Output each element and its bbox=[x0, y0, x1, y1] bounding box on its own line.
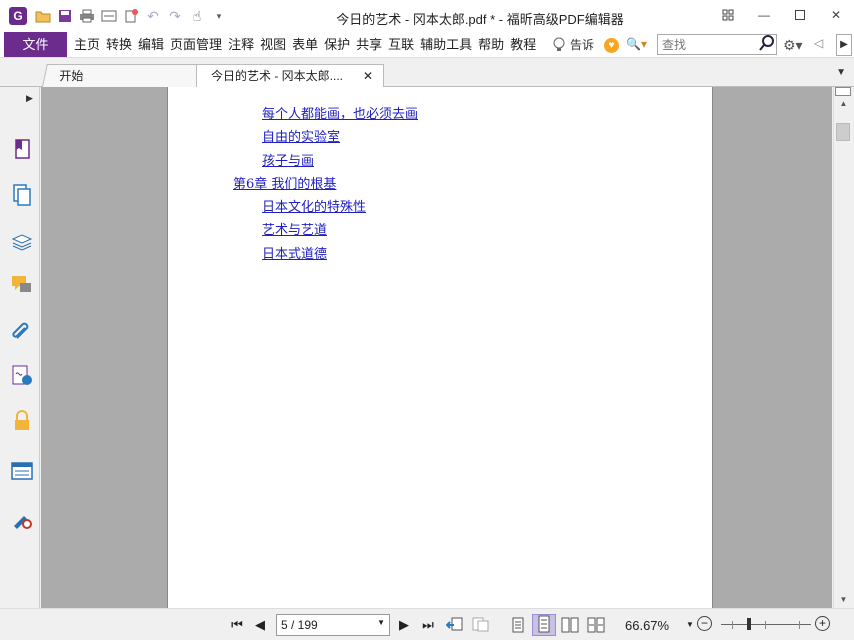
status-bar: ⏮ ◀ 5 / 199 ▼ ▶ ⏭ 66.67% ▼ − + bbox=[0, 608, 854, 640]
hand-tool-icon[interactable]: ☝ bbox=[188, 7, 206, 25]
zoom-in-icon[interactable]: + bbox=[815, 616, 830, 631]
tab-start-label: 开始 bbox=[59, 69, 84, 83]
menu-bar: 文件 主页 转换 编辑 页面管理 注释 视图 表单 保护 共享 互联 辅助工具 … bbox=[0, 32, 854, 58]
facing-view-icon[interactable] bbox=[561, 617, 579, 633]
redo-icon[interactable]: ↷ bbox=[166, 7, 184, 25]
navigation-panel: ▶ bbox=[0, 87, 40, 608]
zoom-tick bbox=[799, 621, 800, 629]
window-title: 今日的艺术 - 冈本太郎.pdf * - 福昕高级PDF编辑器 bbox=[336, 12, 624, 27]
layers-icon[interactable] bbox=[10, 229, 34, 253]
menu-item-home[interactable]: 主页 bbox=[71, 32, 103, 57]
page-number-value: 5 / 199 bbox=[281, 618, 318, 632]
find-folder-icon[interactable]: 🔍▾ bbox=[626, 37, 647, 51]
settings-gear-icon[interactable]: ⚙▾ bbox=[783, 37, 803, 54]
tabs-dropdown-icon[interactable]: ▼ bbox=[836, 67, 846, 78]
toc-link[interactable]: 每个人都能画，也必须去画 bbox=[262, 103, 418, 122]
open-folder-icon[interactable] bbox=[34, 7, 52, 25]
toc-link[interactable]: 日本式道德 bbox=[262, 243, 327, 262]
page-dropdown-icon[interactable]: ▼ bbox=[377, 618, 385, 627]
form-fields-icon[interactable] bbox=[10, 459, 34, 483]
toc-link[interactable]: 自由的实验室 bbox=[262, 126, 340, 145]
heart-icon[interactable]: ♥ bbox=[604, 38, 619, 53]
menu-item-form[interactable]: 表单 bbox=[289, 32, 321, 57]
tab-document[interactable]: 今日的艺术 - 冈本太郎.... ✕ bbox=[196, 64, 384, 87]
document-viewport[interactable]: 每个人都能画，也必须去画 自由的实验室 孩子与画 第6章 我们的根基 日本文化的… bbox=[41, 87, 832, 608]
maximize-button[interactable] bbox=[782, 0, 818, 30]
comments-icon[interactable] bbox=[10, 273, 34, 297]
menu-item-share[interactable]: 共享 bbox=[353, 32, 385, 57]
security-lock-icon[interactable] bbox=[10, 409, 34, 433]
toc-link[interactable]: 日本文化的特殊性 bbox=[262, 196, 366, 215]
previous-page-icon[interactable]: ◀ bbox=[253, 617, 267, 633]
zoom-out-icon[interactable]: − bbox=[697, 616, 712, 631]
menu-item-accessibility[interactable]: 辅助工具 bbox=[417, 32, 475, 57]
ribbon-display-icon[interactable] bbox=[710, 0, 746, 30]
tab-start[interactable]: 开始 bbox=[42, 64, 202, 87]
title-bar: G ↶ ↷ ☝ ▾ 今日的艺术 - 冈本太郎.pdf * - 福昕高级PDF编辑… bbox=[0, 0, 854, 32]
scan-icon[interactable] bbox=[100, 7, 118, 25]
continuous-view-icon[interactable] bbox=[532, 614, 556, 636]
zoom-dropdown-icon[interactable]: ▼ bbox=[686, 620, 694, 629]
ribbon-scroll-right-icon[interactable]: ▶ bbox=[836, 34, 852, 56]
save-icon[interactable] bbox=[56, 7, 74, 25]
single-page-view-icon[interactable] bbox=[510, 617, 526, 633]
app-logo-icon[interactable]: G bbox=[9, 7, 27, 25]
menu-item-protect[interactable]: 保护 bbox=[321, 32, 353, 57]
zoom-tick bbox=[765, 621, 766, 629]
menu-item-edit[interactable]: 编辑 bbox=[135, 32, 167, 57]
quick-access-toolbar: ↶ ↷ ☝ ▾ bbox=[34, 7, 228, 25]
menu-item-tutorial[interactable]: 教程 bbox=[507, 32, 539, 57]
next-view-icon[interactable] bbox=[472, 617, 490, 633]
zoom-slider-track[interactable] bbox=[721, 624, 811, 625]
certificate-icon[interactable] bbox=[10, 507, 34, 531]
customize-dropdown-icon[interactable]: ▾ bbox=[210, 7, 228, 25]
bookmark-icon[interactable] bbox=[10, 137, 34, 161]
page-number-field[interactable]: 5 / 199 ▼ bbox=[276, 614, 390, 636]
lightbulb-icon bbox=[553, 37, 565, 51]
expand-panel-icon[interactable]: ▶ bbox=[26, 93, 33, 104]
close-tab-icon[interactable]: ✕ bbox=[363, 65, 373, 87]
tab-document-label: 今日的艺术 - 冈本太郎.... bbox=[211, 69, 344, 83]
last-page-icon[interactable]: ⏭ bbox=[420, 617, 436, 633]
menu-item-comment[interactable]: 注释 bbox=[225, 32, 257, 57]
ribbon-scroll: ◁ ▶ bbox=[814, 34, 852, 56]
signature-icon[interactable] bbox=[10, 363, 34, 387]
scroll-thumb[interactable] bbox=[836, 123, 850, 141]
window-controls: — ✕ bbox=[710, 0, 854, 30]
zoom-tick bbox=[732, 621, 733, 629]
menu-item-help[interactable]: 帮助 bbox=[475, 32, 507, 57]
zoom-level[interactable]: 66.67% bbox=[625, 618, 669, 633]
scroll-up-icon[interactable]: ▲ bbox=[835, 99, 852, 112]
previous-view-icon[interactable] bbox=[445, 617, 464, 633]
pages-icon[interactable] bbox=[10, 183, 34, 207]
toc-chapter-link[interactable]: 第6章 我们的根基 bbox=[233, 173, 336, 192]
toc-link[interactable]: 艺术与艺道 bbox=[262, 219, 327, 238]
continuous-facing-view-icon[interactable] bbox=[587, 617, 605, 633]
menu-item-view[interactable]: 视图 bbox=[257, 32, 289, 57]
ribbon-scroll-left-icon[interactable]: ◁ bbox=[814, 36, 823, 50]
zoom-slider-thumb[interactable] bbox=[747, 618, 751, 630]
attachments-icon[interactable] bbox=[10, 319, 34, 343]
tell-me[interactable]: 告诉 bbox=[552, 36, 594, 53]
menu-item-connect[interactable]: 互联 bbox=[385, 32, 417, 57]
search-icon[interactable] bbox=[759, 35, 775, 51]
menu-item-organize[interactable]: 页面管理 bbox=[167, 32, 225, 57]
scroll-down-icon[interactable]: ▼ bbox=[835, 595, 852, 608]
minimize-button[interactable]: — bbox=[746, 0, 782, 30]
split-view-handle[interactable] bbox=[835, 87, 851, 96]
menu-tabs: 主页 转换 编辑 页面管理 注释 视图 表单 保护 共享 互联 辅助工具 帮助 … bbox=[71, 32, 539, 57]
first-page-icon[interactable]: ⏮ bbox=[229, 617, 245, 633]
vertical-scrollbar[interactable]: ▲ ▼ bbox=[833, 87, 852, 608]
file-menu-button[interactable]: 文件 bbox=[4, 32, 67, 57]
pdf-page: 每个人都能画，也必须去画 自由的实验室 孩子与画 第6章 我们的根基 日本文化的… bbox=[167, 87, 713, 608]
toc-link[interactable]: 孩子与画 bbox=[262, 150, 314, 169]
document-tabs: 开始 今日的艺术 - 冈本太郎.... ✕ ▼ bbox=[0, 59, 854, 87]
close-button[interactable]: ✕ bbox=[818, 0, 854, 30]
menu-item-convert[interactable]: 转换 bbox=[103, 32, 135, 57]
tell-me-label: 告诉 bbox=[570, 38, 595, 52]
next-page-icon[interactable]: ▶ bbox=[397, 617, 411, 633]
new-document-icon[interactable] bbox=[122, 7, 140, 25]
undo-icon[interactable]: ↶ bbox=[144, 7, 162, 25]
print-icon[interactable] bbox=[78, 7, 96, 25]
